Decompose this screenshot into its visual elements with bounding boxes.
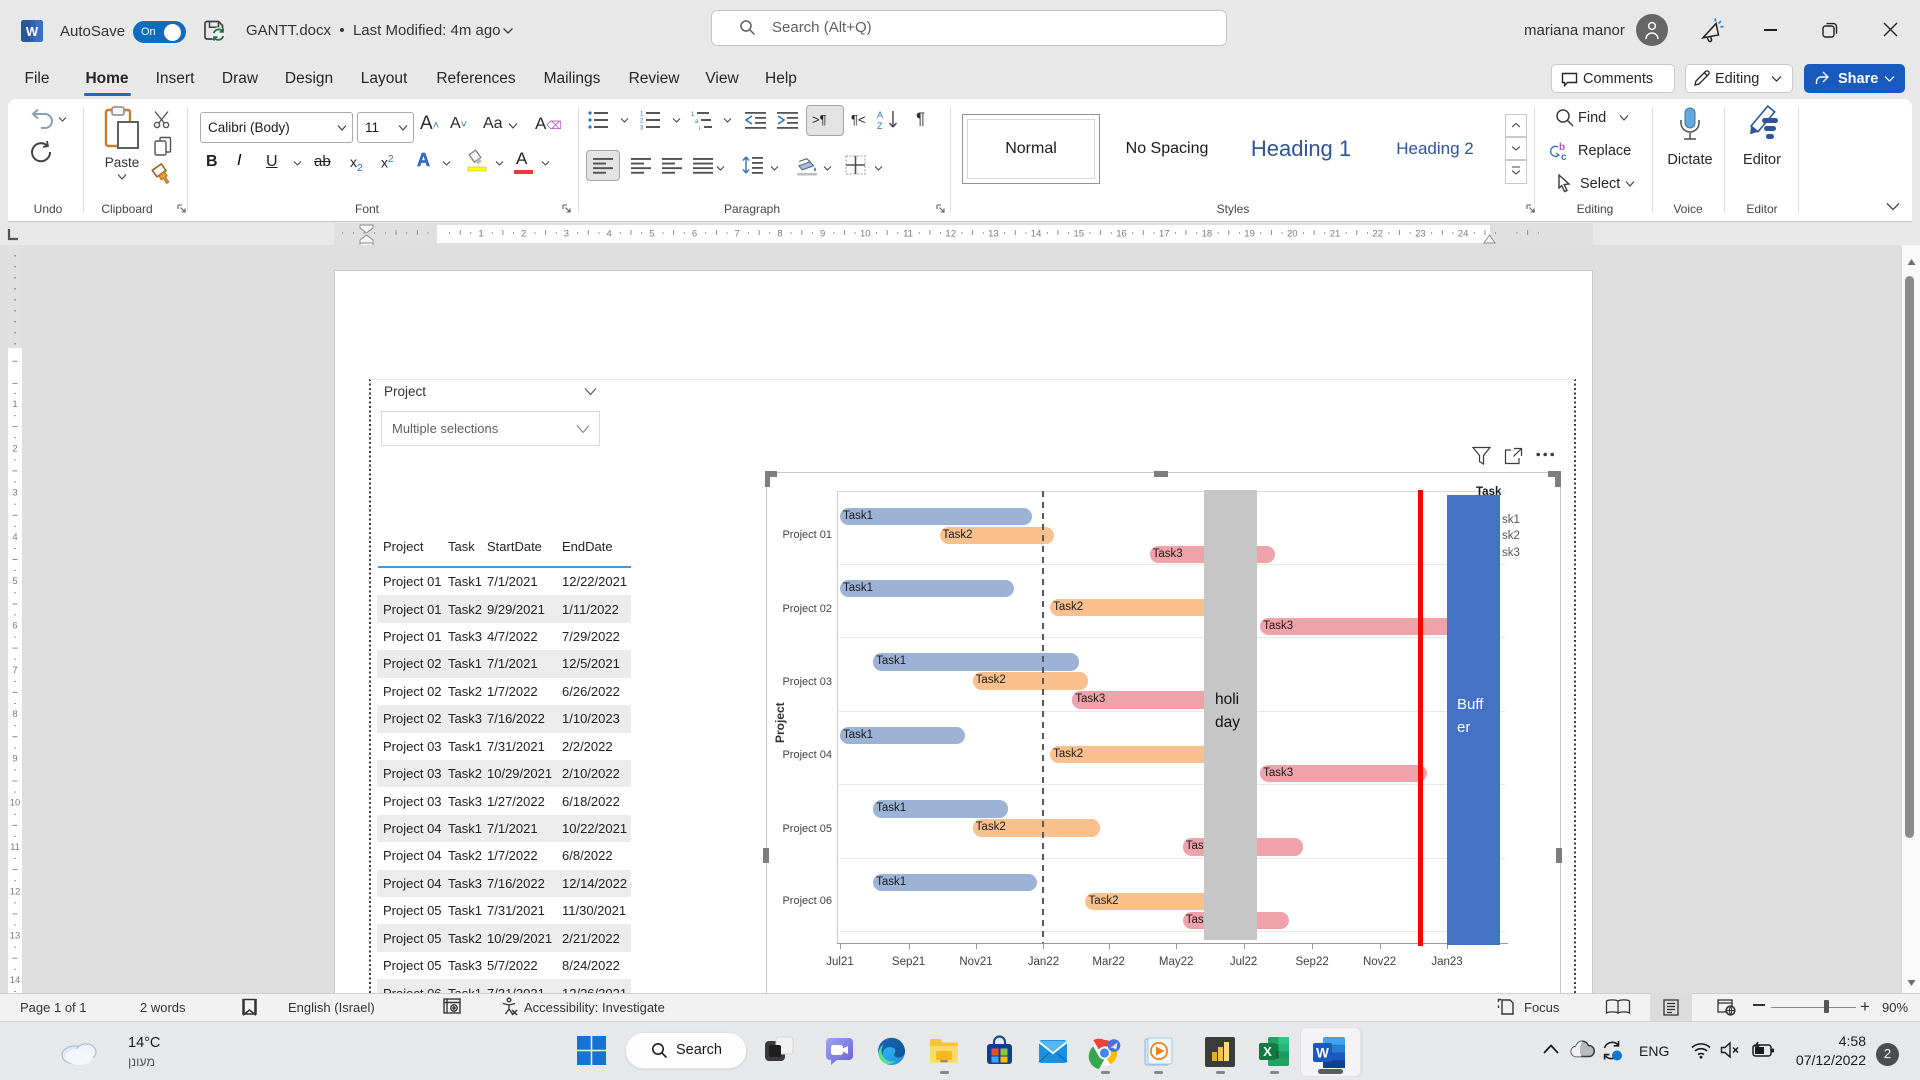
svg-text:8: 8 bbox=[12, 709, 17, 720]
svg-text:21: 21 bbox=[1330, 229, 1341, 240]
svg-text:19: 19 bbox=[1244, 229, 1255, 240]
svg-text:W: W bbox=[26, 24, 39, 39]
svg-text:1: 1 bbox=[478, 229, 483, 240]
svg-text:Z: Z bbox=[877, 121, 883, 131]
svg-text:18: 18 bbox=[1202, 229, 1213, 240]
svg-text:A: A bbox=[877, 110, 883, 120]
svg-text:X: X bbox=[1263, 1044, 1272, 1059]
svg-text:12: 12 bbox=[945, 229, 956, 240]
svg-text:2: 2 bbox=[521, 229, 526, 240]
svg-text:23: 23 bbox=[1415, 229, 1426, 240]
svg-text:12: 12 bbox=[10, 886, 21, 897]
svg-text:22: 22 bbox=[1372, 229, 1383, 240]
svg-text:6: 6 bbox=[692, 229, 697, 240]
svg-text:24: 24 bbox=[1458, 229, 1469, 240]
svg-text:5: 5 bbox=[649, 229, 654, 240]
svg-text:10: 10 bbox=[860, 229, 871, 240]
svg-text:1: 1 bbox=[12, 399, 17, 410]
svg-text:6: 6 bbox=[12, 621, 17, 632]
svg-text:2: 2 bbox=[640, 119, 644, 125]
svg-text:16: 16 bbox=[1116, 229, 1127, 240]
svg-text:4: 4 bbox=[606, 229, 611, 240]
svg-text:a: a bbox=[695, 119, 699, 125]
svg-text:13: 13 bbox=[10, 931, 21, 942]
svg-text:1: 1 bbox=[691, 112, 695, 118]
svg-text:4: 4 bbox=[12, 532, 17, 543]
svg-text:10: 10 bbox=[10, 798, 21, 809]
svg-text:9: 9 bbox=[12, 753, 17, 764]
svg-text:13: 13 bbox=[988, 229, 999, 240]
svg-text:3: 3 bbox=[564, 229, 569, 240]
svg-text:17: 17 bbox=[1159, 229, 1170, 240]
svg-text:15: 15 bbox=[1074, 229, 1085, 240]
svg-text:14: 14 bbox=[1031, 229, 1042, 240]
svg-text:1: 1 bbox=[640, 112, 644, 118]
svg-text:2: 2 bbox=[12, 443, 17, 454]
svg-text:14: 14 bbox=[10, 975, 21, 986]
svg-text:8: 8 bbox=[777, 229, 782, 240]
svg-text:i: i bbox=[699, 126, 700, 132]
svg-text:9: 9 bbox=[820, 229, 825, 240]
svg-text:7: 7 bbox=[12, 665, 17, 676]
svg-text:7: 7 bbox=[735, 229, 740, 240]
svg-text:20: 20 bbox=[1287, 229, 1298, 240]
svg-text:11: 11 bbox=[10, 842, 20, 853]
svg-text:W: W bbox=[1316, 1046, 1329, 1061]
svg-text:3: 3 bbox=[640, 126, 644, 132]
svg-text:c: c bbox=[1561, 152, 1567, 163]
svg-text:5: 5 bbox=[12, 576, 17, 587]
svg-text:3: 3 bbox=[12, 488, 17, 499]
svg-text:11: 11 bbox=[903, 229, 913, 240]
